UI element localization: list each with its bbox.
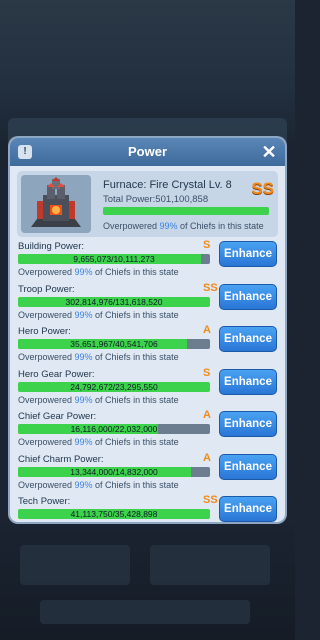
power-row-grade: A xyxy=(203,324,211,336)
power-row: Building Power: S 9,655,073/10,111,273 Over… xyxy=(10,239,285,283)
power-row-grade: SS xyxy=(203,281,218,294)
power-list[interactable]: Building Power: S 9,655,073/10,111,273 Over… xyxy=(10,237,285,522)
over-suffix: of Chiefs in this state xyxy=(92,394,179,405)
over-suffix: of Chiefs in this state xyxy=(92,267,179,277)
power-row-label: Building Power: xyxy=(18,241,85,252)
power-row-bar: 24,792,672/23,295,550 xyxy=(18,381,210,392)
power-row: Hero Power: A 35,651,967/40,541,706 Overpow… xyxy=(10,324,285,368)
power-row: Chief Gear Power: A 16,116,000/22,032,000 O… xyxy=(10,409,285,453)
power-row-bar: 9,655,073/10,111,273 xyxy=(18,254,210,264)
power-row: Tech Power:SS41,113,750/35,428,898Overpo… xyxy=(10,494,285,522)
over-prefix: Overpowered xyxy=(18,394,75,405)
furnace-overpowered-text: Overpowered 99% of Chiefs in this state xyxy=(103,221,264,231)
over-percent: 99% xyxy=(74,309,93,320)
over-percent: 99% xyxy=(74,394,93,405)
power-row-overpowered: Overpowered 99% of Chiefs in this state xyxy=(18,480,179,490)
dialog-title: Power xyxy=(127,144,167,159)
power-row-grade: S xyxy=(203,239,211,251)
over-prefix: Overpowered xyxy=(18,309,75,320)
over-suffix: of Chiefs in this state xyxy=(92,437,179,447)
furnace-name: Furnace: Fire Crystal Lv. 8 xyxy=(103,179,232,191)
power-dialog: ! Power ✕ Furnace: Fire Crystal Lv. 8 To… xyxy=(10,138,285,522)
power-row: Hero Gear Power: S 24,792,672/23,295,550 Ov… xyxy=(10,366,285,411)
background-block xyxy=(20,545,130,585)
power-row-bar: 35,651,967/40,541,706 xyxy=(18,339,210,349)
enhance-button[interactable]: Enhance xyxy=(219,326,277,352)
power-row-grade: A xyxy=(203,451,211,464)
power-row-value: 302,814,976/131,618,520 xyxy=(65,296,163,307)
power-row-label: Chief Charm Power: xyxy=(18,453,104,465)
power-row-bar: 302,814,976/131,618,520 xyxy=(18,296,210,307)
furnace-total-power: Total Power:501,100,858 xyxy=(103,194,208,205)
power-row-grade: S xyxy=(203,366,211,379)
power-row-grade: A xyxy=(203,409,211,421)
over-prefix: Overpowered xyxy=(18,479,75,490)
power-row-label: Chief Gear Power: xyxy=(18,411,97,422)
close-icon[interactable]: ✕ xyxy=(259,141,279,163)
power-row-overpowered: Overpowered 99% of Chiefs in this state xyxy=(18,395,179,405)
furnace-power-fill xyxy=(103,207,269,215)
over-prefix: Overpowered xyxy=(18,352,75,362)
power-row-value: 24,792,672/23,295,550 xyxy=(70,381,158,392)
over-percent: 99% xyxy=(74,479,93,490)
power-row-label: Tech Power: xyxy=(18,496,71,507)
enhance-button[interactable]: Enhance xyxy=(219,368,277,395)
power-row-label: Hero Power: xyxy=(18,326,71,337)
over-percent: 99% xyxy=(74,352,93,362)
over-percent: 99% xyxy=(159,221,178,231)
power-row-overpowered: Overpowered 99% of Chiefs in this state xyxy=(18,437,179,447)
over-prefix: Overpowered xyxy=(18,437,75,447)
power-row-overpowered: Overpowered 99% of Chiefs in this state xyxy=(18,310,179,320)
power-row: Troop Power: SS 302,814,976/131,618,520 Ove… xyxy=(10,281,285,326)
over-suffix: of Chiefs in this state xyxy=(92,479,179,490)
total-power-value: 501,100,858 xyxy=(155,194,209,205)
total-power-label: Total Power: xyxy=(103,194,156,205)
dialog-header: ! Power ✕ xyxy=(10,138,285,166)
over-suffix: of Chiefs in this state xyxy=(92,352,179,362)
power-row-overpowered: Overpowered 99% of Chiefs in this state xyxy=(18,267,179,277)
power-row-value: 41,113,750/35,428,898 xyxy=(70,509,158,519)
power-row-value: 9,655,073/10,111,273 xyxy=(73,254,155,264)
furnace-icon xyxy=(21,175,91,233)
enhance-button[interactable]: Enhance xyxy=(219,453,277,480)
power-row-grade: SS xyxy=(203,494,218,506)
power-row-bar: 13,344,000/14,832,000 xyxy=(18,466,210,477)
power-row-overpowered: Overpowered 99% of Chiefs in this state xyxy=(18,352,179,362)
over-suffix: of Chiefs in this state xyxy=(177,221,264,231)
background-block xyxy=(40,600,250,624)
power-row-value: 35,651,967/40,541,706 xyxy=(70,339,158,349)
power-row: Chief Charm Power: A 13,344,000/14,832,000… xyxy=(10,451,285,496)
background-lower xyxy=(0,525,295,640)
over-prefix: Overpowered xyxy=(18,267,75,277)
power-row-label: Troop Power: xyxy=(18,283,75,295)
furnace-power-bar xyxy=(103,207,269,215)
over-suffix: of Chiefs in this state xyxy=(92,309,179,320)
power-row-label: Hero Gear Power: xyxy=(18,368,95,380)
furnace-grade-badge: SS xyxy=(251,179,274,198)
power-row-bar: 41,113,750/35,428,898 xyxy=(18,509,210,519)
enhance-button[interactable]: Enhance xyxy=(219,283,277,310)
power-row-bar: 16,116,000/22,032,000 xyxy=(18,424,210,434)
enhance-button[interactable]: Enhance xyxy=(219,496,277,522)
furnace-card: Furnace: Fire Crystal Lv. 8 Total Power:… xyxy=(17,171,278,237)
over-prefix: Overpowered xyxy=(103,221,160,231)
over-percent: 99% xyxy=(74,437,93,447)
enhance-button[interactable]: Enhance xyxy=(219,241,277,267)
over-percent: 99% xyxy=(74,267,93,277)
enhance-button[interactable]: Enhance xyxy=(219,411,277,437)
power-row-value: 13,344,000/14,832,000 xyxy=(70,466,158,477)
power-row-value: 16,116,000/22,032,000 xyxy=(70,424,158,434)
background-block xyxy=(150,545,270,585)
